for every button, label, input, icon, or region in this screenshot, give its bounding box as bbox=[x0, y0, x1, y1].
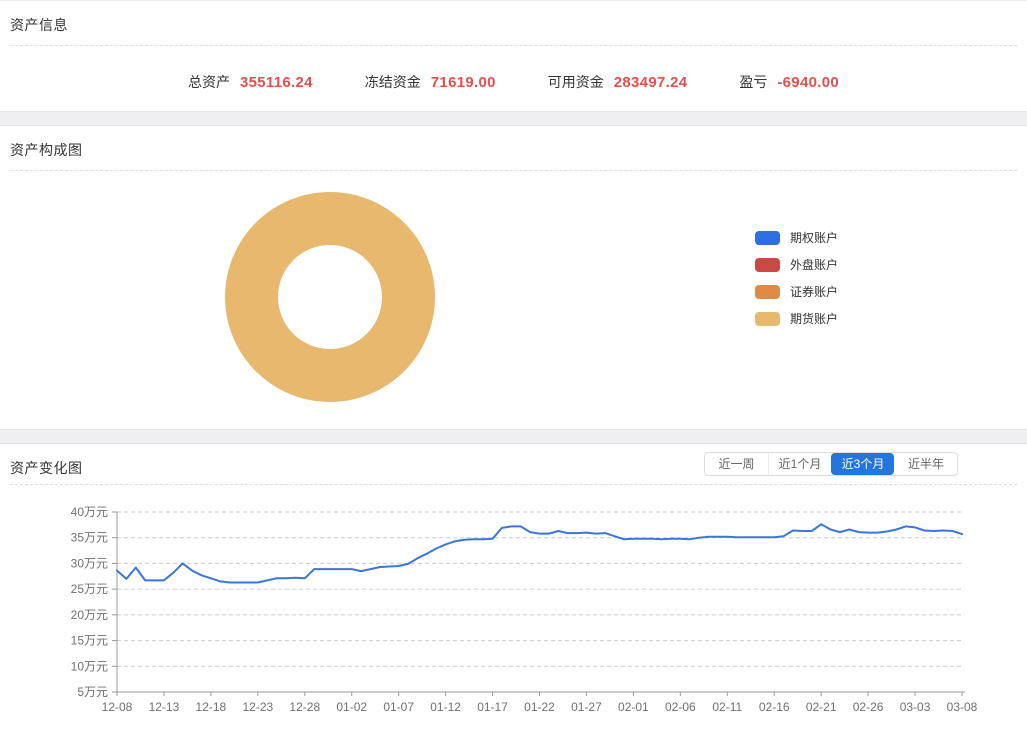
time-range-button-group: 近一周 近1个月 近3个月 近半年 bbox=[704, 452, 958, 476]
svg-text:12-13: 12-13 bbox=[149, 700, 180, 714]
legend-label: 证券账户 bbox=[790, 283, 838, 300]
stat-label: 盈亏 bbox=[739, 72, 767, 92]
legend-item-securities-account[interactable]: 证券账户 bbox=[755, 283, 838, 300]
stat-profit-loss: 盈亏 -6940.00 bbox=[739, 72, 839, 92]
stat-label: 可用资金 bbox=[548, 72, 604, 92]
svg-text:01-22: 01-22 bbox=[524, 700, 555, 714]
svg-text:35万元: 35万元 bbox=[71, 531, 108, 545]
svg-text:40万元: 40万元 bbox=[71, 505, 108, 519]
legend-swatch-icon bbox=[755, 258, 780, 272]
legend-item-futures-account[interactable]: 期货账户 bbox=[755, 310, 838, 327]
svg-text:01-07: 01-07 bbox=[383, 700, 414, 714]
stat-value: 71619.00 bbox=[431, 74, 496, 91]
separator bbox=[10, 45, 1017, 46]
asset-stats-row: 总资产 355116.24 冻结资金 71619.00 可用资金 283497.… bbox=[0, 72, 1027, 92]
separator bbox=[10, 170, 1017, 171]
stat-available-funds: 可用资金 283497.24 bbox=[548, 72, 688, 92]
legend-label: 期权账户 bbox=[790, 229, 838, 246]
svg-text:30万元: 30万元 bbox=[71, 556, 108, 570]
stat-value: -6940.00 bbox=[777, 74, 839, 91]
legend-label: 外盘账户 bbox=[790, 256, 838, 273]
range-button-last-1-month[interactable]: 近1个月 bbox=[768, 453, 831, 475]
svg-text:02-21: 02-21 bbox=[806, 700, 837, 714]
donut-chart bbox=[225, 192, 435, 402]
svg-text:5万元: 5万元 bbox=[77, 685, 108, 699]
range-button-last-week[interactable]: 近一周 bbox=[705, 453, 768, 475]
stat-label: 总资产 bbox=[188, 72, 230, 92]
svg-text:01-02: 01-02 bbox=[336, 700, 367, 714]
legend-item-foreign-account[interactable]: 外盘账户 bbox=[755, 256, 838, 273]
svg-text:15万元: 15万元 bbox=[71, 634, 108, 648]
pie-legend: 期权账户 外盘账户 证券账户 期货账户 bbox=[755, 229, 838, 337]
legend-swatch-icon bbox=[755, 312, 780, 326]
asset-change-line-chart: 40万元 35万元 30万元 25万元 20万元 15万元 10万元 5万元12-08 12-1… bbox=[0, 485, 1027, 727]
svg-text:02-26: 02-26 bbox=[853, 700, 884, 714]
legend-swatch-icon bbox=[755, 285, 780, 299]
stat-value: 283497.24 bbox=[614, 74, 688, 91]
svg-text:02-16: 02-16 bbox=[759, 700, 790, 714]
svg-text:02-06: 02-06 bbox=[665, 700, 696, 714]
svg-text:01-27: 01-27 bbox=[571, 700, 602, 714]
section-divider bbox=[0, 111, 1027, 126]
legend-swatch-icon bbox=[755, 231, 780, 245]
svg-text:20万元: 20万元 bbox=[71, 608, 108, 622]
svg-text:10万元: 10万元 bbox=[71, 659, 108, 673]
legend-label: 期货账户 bbox=[790, 310, 838, 327]
svg-text:12-18: 12-18 bbox=[196, 700, 227, 714]
svg-text:12-28: 12-28 bbox=[289, 700, 320, 714]
svg-text:25万元: 25万元 bbox=[71, 582, 108, 596]
asset-info-section: 资产信息 总资产 355116.24 冻结资金 71619.00 可用资金 28… bbox=[0, 1, 1027, 111]
range-button-last-3-months[interactable]: 近3个月 bbox=[831, 453, 894, 475]
asset-change-section: 资产变化图 近一周 近1个月 近3个月 近半年 40万元 35万元 30万元 25万元… bbox=[0, 444, 1027, 733]
asset-info-title: 资产信息 bbox=[0, 1, 1027, 45]
asset-composition-title: 资产构成图 bbox=[0, 126, 1027, 170]
legend-item-options-account[interactable]: 期权账户 bbox=[755, 229, 838, 246]
section-divider bbox=[0, 429, 1027, 444]
asset-change-header: 资产变化图 近一周 近1个月 近3个月 近半年 bbox=[0, 444, 1027, 484]
svg-text:02-01: 02-01 bbox=[618, 700, 649, 714]
svg-text:02-11: 02-11 bbox=[712, 700, 742, 714]
stat-frozen-funds: 冻结资金 71619.00 bbox=[365, 72, 496, 92]
stat-value: 355116.24 bbox=[240, 74, 313, 91]
svg-text:03-03: 03-03 bbox=[900, 700, 931, 714]
stat-label: 冻结资金 bbox=[365, 72, 421, 92]
asset-change-title: 资产变化图 bbox=[0, 444, 83, 484]
asset-composition-section: 资产构成图 期权账户 外盘账户 证券账户 期货账户 bbox=[0, 126, 1027, 429]
svg-text:12-08: 12-08 bbox=[102, 700, 133, 714]
svg-text:01-17: 01-17 bbox=[477, 700, 508, 714]
svg-text:01-12: 01-12 bbox=[430, 700, 461, 714]
svg-text:03-08: 03-08 bbox=[947, 700, 978, 714]
stat-total-assets: 总资产 355116.24 bbox=[188, 72, 313, 92]
range-button-last-half-year[interactable]: 近半年 bbox=[894, 453, 957, 475]
svg-text:12-23: 12-23 bbox=[242, 700, 273, 714]
